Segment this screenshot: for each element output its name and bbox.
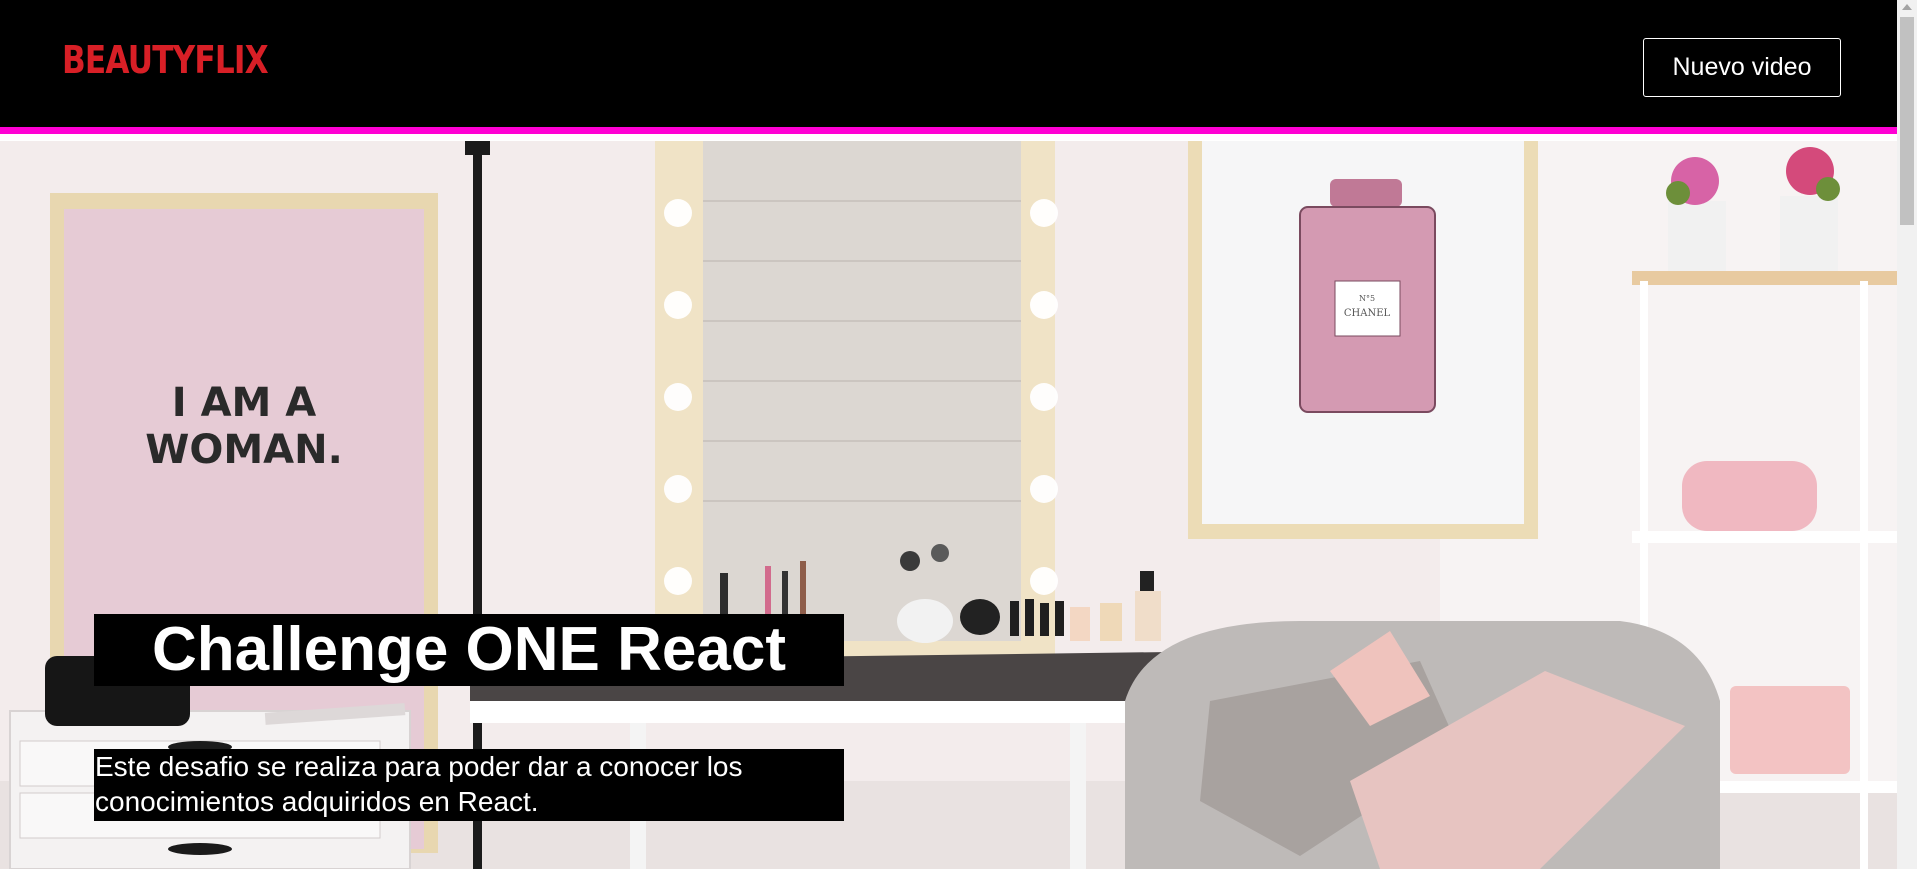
scrollbar-thumb[interactable] [1900, 17, 1914, 225]
page-scrollbar[interactable] [1897, 0, 1917, 869]
hero-banner: I AM A WOMAN. N°5 CHANEL Challenge ONE R… [0, 141, 1897, 869]
poster-text: I AM A [172, 380, 316, 426]
banner-description: Este desafio se realiza para poder dar a… [94, 749, 844, 821]
svg-text:CHANEL: CHANEL [1344, 308, 1391, 319]
banner-title: Challenge ONE React [94, 614, 844, 686]
svg-text:N°5: N°5 [1359, 294, 1375, 303]
scroll-up-arrow-icon[interactable] [1902, 4, 1912, 10]
top-header: BEAUTYFLIX Nuevo video [0, 0, 1897, 134]
beautyflix-logo[interactable]: BEAUTYFLIX [62, 38, 269, 82]
svg-text:WOMAN.: WOMAN. [145, 427, 343, 473]
new-video-button[interactable]: Nuevo video [1643, 38, 1841, 97]
